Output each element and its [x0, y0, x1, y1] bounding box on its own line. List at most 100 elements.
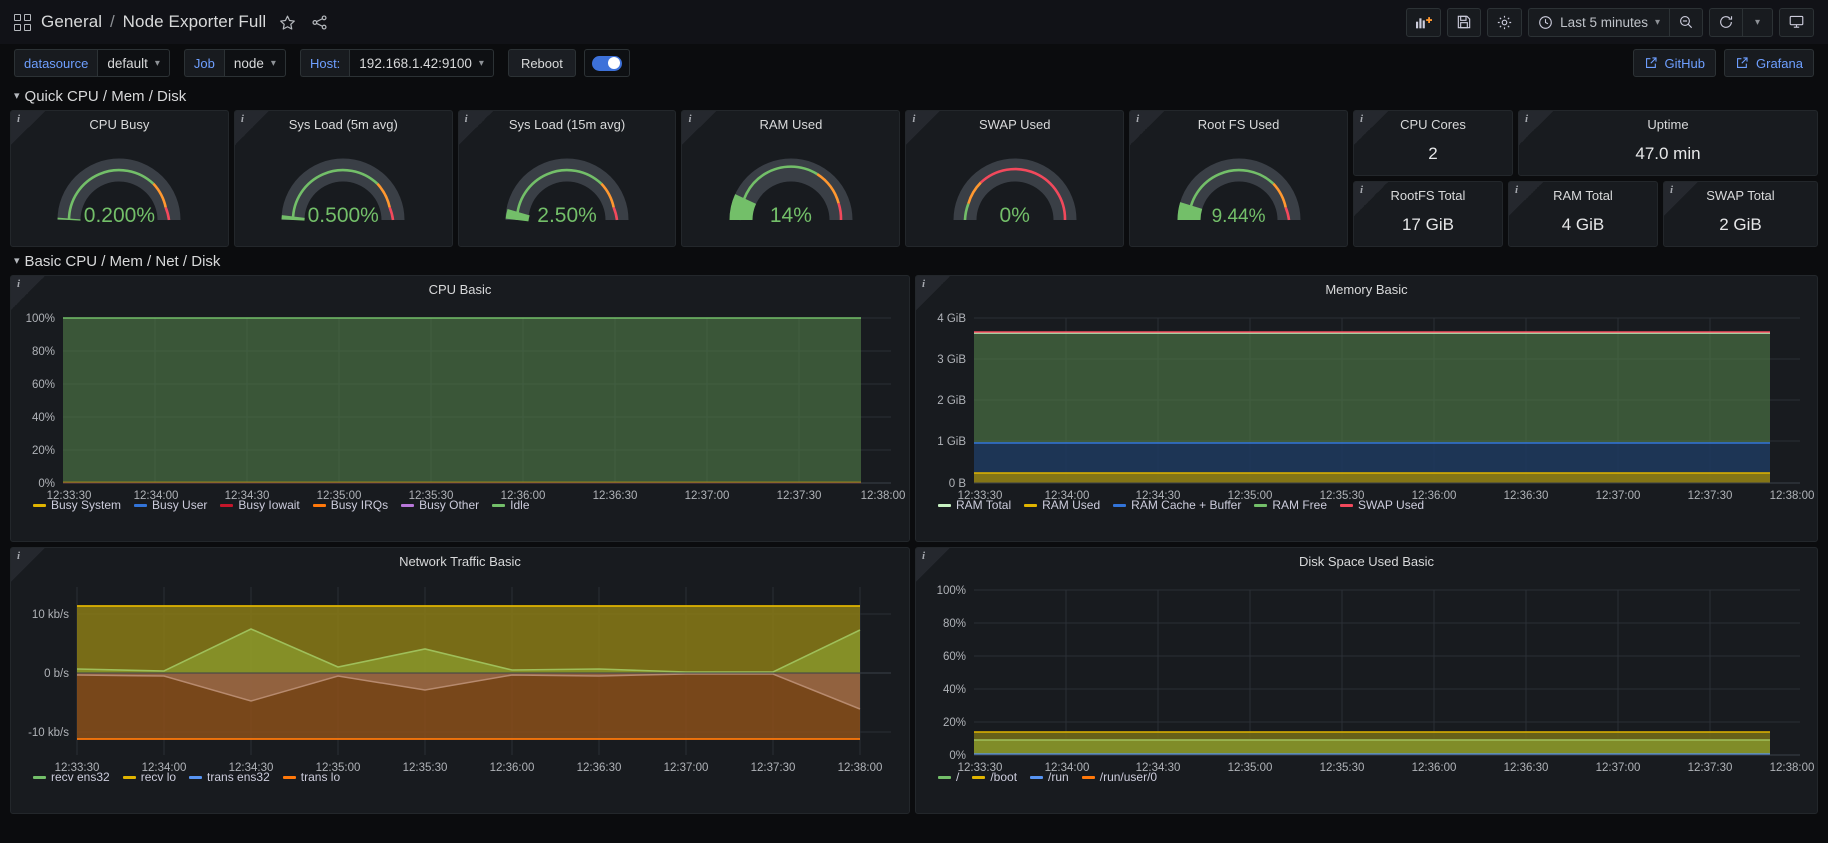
x-tick: 12:36:00: [490, 762, 535, 774]
panel-ram-total: i RAM Total 4 GiB: [1507, 181, 1658, 247]
legend-item[interactable]: Busy Iowait: [220, 498, 300, 512]
variables-bar: datasource default ▾ Job node ▾ Host: 19…: [0, 44, 1828, 82]
legend-item[interactable]: /boot: [972, 770, 1017, 784]
clock-icon: [1539, 15, 1553, 29]
job-label: Job: [183, 49, 224, 77]
legend-swatch: [134, 503, 148, 507]
zoom-out-time-button[interactable]: [1669, 7, 1703, 37]
x-tick: 12:36:00: [1412, 762, 1457, 774]
legend-label: RAM Cache + Buffer: [1131, 498, 1242, 512]
time-range-picker[interactable]: Last 5 minutes ▾: [1528, 7, 1669, 37]
panel-info-icon[interactable]: i: [17, 550, 20, 562]
legend-item[interactable]: RAM Cache + Buffer: [1113, 498, 1241, 512]
panel-info-icon[interactable]: i: [465, 113, 468, 125]
legend-item[interactable]: RAM Used: [1024, 498, 1100, 512]
panel-info-icon[interactable]: i: [922, 278, 925, 290]
legend-swatch: [1113, 503, 1127, 507]
legend-item[interactable]: trans ens32: [189, 770, 270, 784]
add-panel-button[interactable]: [1406, 7, 1442, 37]
grafana-link-button[interactable]: Grafana: [1724, 49, 1814, 77]
job-select[interactable]: node ▾: [223, 49, 286, 77]
job-value: node: [233, 55, 264, 71]
legend-item[interactable]: recv lo: [122, 770, 176, 784]
y-tick: 100%: [937, 585, 966, 597]
legend-item[interactable]: SWAP Used: [1340, 498, 1424, 512]
series-ram-cache-buffer: [974, 442, 1770, 473]
panel-info-icon[interactable]: i: [1515, 184, 1518, 196]
panel-memory-basic: i Memory Basic 4 GiB 3 GiB 2 GiB 1 GiB 0…: [915, 275, 1818, 542]
host-select[interactable]: 192.168.1.42:9100 ▾: [349, 49, 494, 77]
breadcrumb-folder[interactable]: General: [41, 12, 102, 31]
legend-swatch: [401, 503, 415, 507]
section-header-quick[interactable]: ▾ Quick CPU / Mem / Disk: [0, 82, 1828, 110]
panel-info-icon[interactable]: i: [1360, 184, 1363, 196]
basic-row-1: i CPU Basic 100% 80% 60% 40% 20% 0% 12:3…: [0, 275, 1828, 542]
chevron-down-icon: ▾: [1754, 16, 1761, 28]
save-dashboard-button[interactable]: [1447, 7, 1482, 37]
legend-swatch: [938, 503, 951, 507]
legend-item[interactable]: /run/user/0: [1081, 770, 1157, 784]
chart-network-traffic-basic[interactable]: 10 kb/s 0 b/s -10 kb/s 12:33:30 12:34:00…: [11, 569, 909, 797]
variable-host: Host: 192.168.1.42:9100 ▾: [299, 49, 494, 77]
section-header-basic[interactable]: ▾ Basic CPU / Mem / Net / Disk: [0, 247, 1828, 275]
star-icon[interactable]: [276, 11, 298, 33]
legend-swatch: [189, 775, 203, 779]
panel-info-icon[interactable]: i: [241, 113, 244, 125]
github-link-button[interactable]: GitHub: [1632, 49, 1717, 77]
legend-label: Busy User: [152, 498, 208, 512]
gauge-sys-load-5m: 0.500%: [235, 132, 452, 240]
chart-cpu-basic[interactable]: 100% 80% 60% 40% 20% 0% 12:33:30 12:34:0…: [11, 297, 909, 525]
datasource-select[interactable]: default ▾: [97, 49, 170, 77]
zoom-out-icon: [1680, 16, 1693, 29]
panel-info-icon[interactable]: i: [17, 278, 20, 290]
series-ram-free: [974, 333, 1770, 443]
panel-info-icon[interactable]: i: [1360, 113, 1363, 125]
refresh-button[interactable]: [1709, 7, 1742, 37]
legend-item[interactable]: Busy IRQs: [312, 498, 388, 512]
legend-item[interactable]: Busy Other: [401, 498, 479, 512]
stat-value: 47.0 min: [1635, 144, 1701, 163]
x-tick: 12:35:00: [1228, 762, 1273, 774]
panel-swap-total: i SWAP Total 2 GiB: [1662, 181, 1818, 247]
chart-memory-basic[interactable]: 4 GiB 3 GiB 2 GiB 1 GiB 0 B 12:33:30 12:…: [916, 297, 1817, 525]
legend-item[interactable]: RAM Free: [1254, 498, 1327, 512]
refresh-interval-dropdown[interactable]: ▾: [1742, 7, 1773, 37]
external-link-icon: [1737, 57, 1748, 68]
panel-title: Memory Basic: [1325, 282, 1408, 297]
legend-item[interactable]: recv ens32: [33, 770, 110, 784]
legend-item[interactable]: /run: [1030, 770, 1069, 784]
panel-info-icon[interactable]: i: [922, 550, 925, 562]
legend-memory-basic: RAM Total RAM Used RAM Cache + Buffer RA…: [916, 498, 1817, 512]
panel-info-icon[interactable]: i: [1136, 113, 1139, 125]
panel-sys-load-5m: i Sys Load (5m avg) 0.500%: [233, 110, 453, 247]
legend-label: Idle: [510, 498, 530, 512]
legend-item[interactable]: trans lo: [282, 770, 340, 784]
gauge-ram-used: 14%: [682, 132, 899, 240]
legend-item[interactable]: RAM Total: [938, 498, 1011, 512]
legend-swatch: [492, 503, 506, 507]
kiosk-mode-button[interactable]: [1779, 7, 1814, 37]
breadcrumb-dashboard[interactable]: Node Exporter Full: [123, 12, 267, 31]
panel-info-icon[interactable]: i: [1670, 184, 1673, 196]
legend-item[interactable]: Busy User: [134, 498, 207, 512]
gear-icon: [1498, 15, 1512, 29]
section-title-basic: Basic CPU / Mem / Net / Disk: [24, 253, 221, 270]
panel-info-icon[interactable]: i: [1525, 113, 1528, 125]
dashboard-settings-button[interactable]: [1487, 7, 1523, 37]
chart-disk-space-used-basic[interactable]: 100% 80% 60% 40% 20% 0% 12:33:30 12:34:0…: [916, 569, 1817, 797]
legend-item[interactable]: /: [938, 770, 959, 784]
legend-item[interactable]: Idle: [492, 498, 530, 512]
reboot-toggle[interactable]: [583, 49, 630, 77]
legend-cpu-basic: Busy System Busy User Busy Iowait Busy I…: [11, 498, 909, 512]
share-icon[interactable]: [308, 11, 330, 33]
breadcrumb-separator: /: [110, 12, 115, 31]
legend-item[interactable]: Busy System: [33, 498, 121, 512]
dashboards-grid-icon[interactable]: [14, 13, 31, 31]
panel-info-icon[interactable]: i: [17, 113, 20, 125]
panel-info-icon[interactable]: i: [688, 113, 691, 125]
panel-cpu-busy: i CPU Busy 0.200%: [10, 110, 229, 247]
reboot-label: Reboot: [507, 49, 576, 77]
grid-lines: [974, 589, 1800, 756]
series-root: [974, 739, 1770, 755]
panel-info-icon[interactable]: i: [912, 113, 915, 125]
